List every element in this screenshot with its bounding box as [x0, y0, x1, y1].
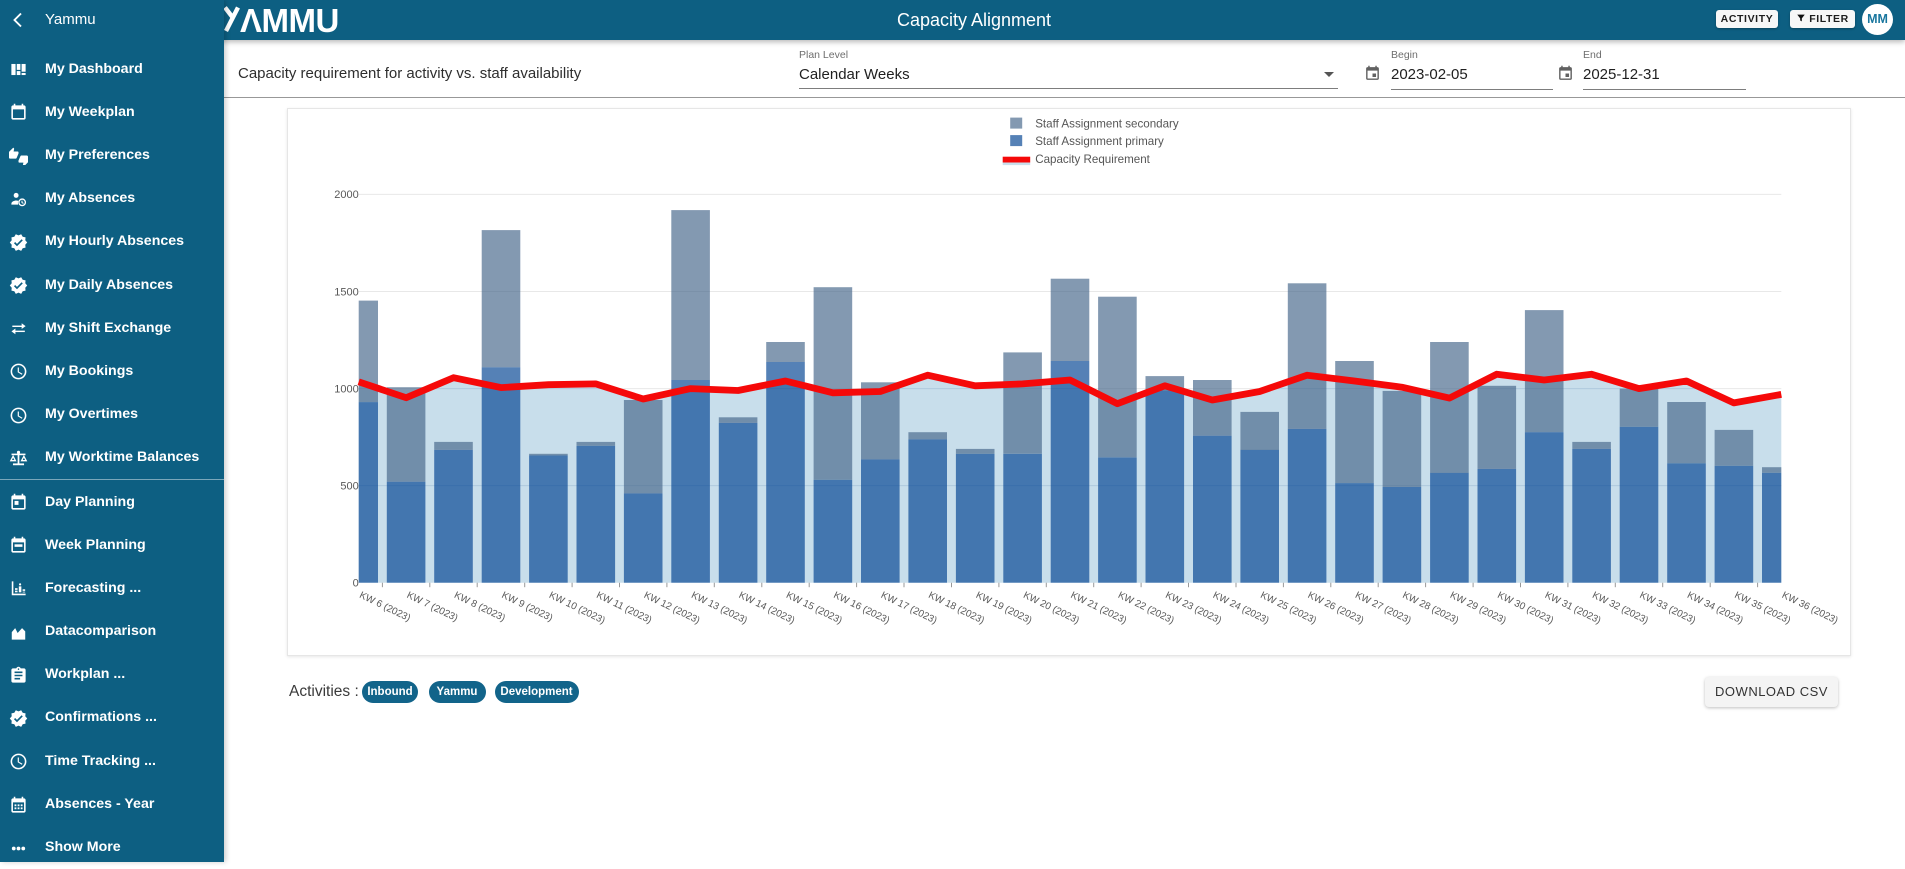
- svg-text:1500: 1500: [335, 286, 359, 298]
- svg-text:Capacity Requirement: Capacity Requirement: [1035, 153, 1150, 166]
- svg-text:Staff Assignment primary: Staff Assignment primary: [1035, 135, 1164, 148]
- svg-text:2000: 2000: [335, 189, 359, 201]
- svg-text:500: 500: [341, 480, 359, 492]
- svg-text:KW 8 (2023): KW 8 (2023): [452, 590, 507, 624]
- svg-text:Staff Assignment secondary: Staff Assignment secondary: [1035, 117, 1179, 130]
- svg-text:1000: 1000: [335, 383, 359, 395]
- svg-text:KW 7 (2023): KW 7 (2023): [405, 590, 460, 624]
- svg-text:0: 0: [353, 577, 359, 589]
- svg-text:KW 6 (2023): KW 6 (2023): [358, 590, 413, 624]
- svg-text:KW 9 (2023): KW 9 (2023): [500, 590, 555, 624]
